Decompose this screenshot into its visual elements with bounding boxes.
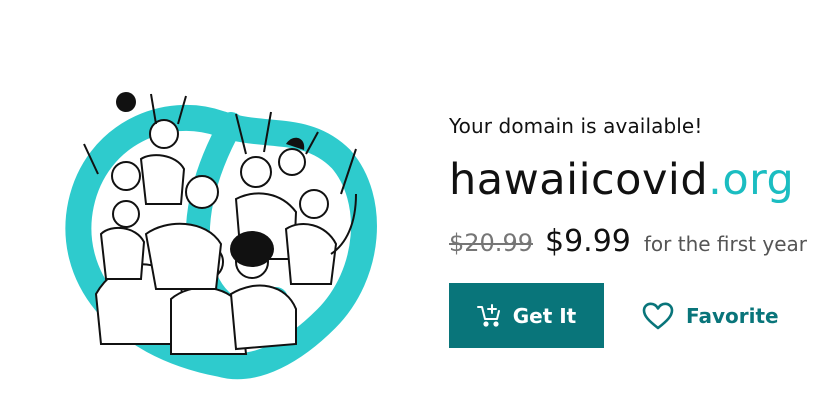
get-it-button[interactable]: Get It — [449, 283, 604, 348]
person-head — [278, 148, 306, 176]
price-term: for the first year — [643, 232, 807, 256]
heart-outline-icon — [642, 302, 674, 330]
favorite-button[interactable]: Favorite — [642, 302, 779, 330]
availability-message: Your domain is available! — [449, 114, 703, 138]
original-price: $20.99 — [449, 229, 533, 257]
favorite-label: Favorite — [686, 303, 779, 328]
domain-sld: hawaiicovid — [449, 155, 709, 205]
domain-name: hawaiicovid.org — [449, 154, 829, 206]
get-it-label: Get It — [512, 303, 577, 328]
cart-plus-icon — [476, 303, 503, 328]
sale-price: $9.99 — [544, 224, 631, 259]
person-head — [185, 175, 219, 209]
person-head — [240, 156, 272, 188]
pricing: $20.99 $9.99 for the first year — [449, 224, 829, 259]
domain-result-panel: Your domain is available! hawaiicovid.or… — [449, 112, 829, 348]
person-head — [149, 119, 179, 149]
domain-tld: .org — [708, 155, 795, 205]
person-head — [299, 189, 329, 219]
celebrating-crowd-illustration — [65, 92, 377, 380]
person-head — [112, 200, 140, 228]
action-bar: Get It Favorite — [449, 283, 829, 348]
person-head — [111, 161, 141, 191]
